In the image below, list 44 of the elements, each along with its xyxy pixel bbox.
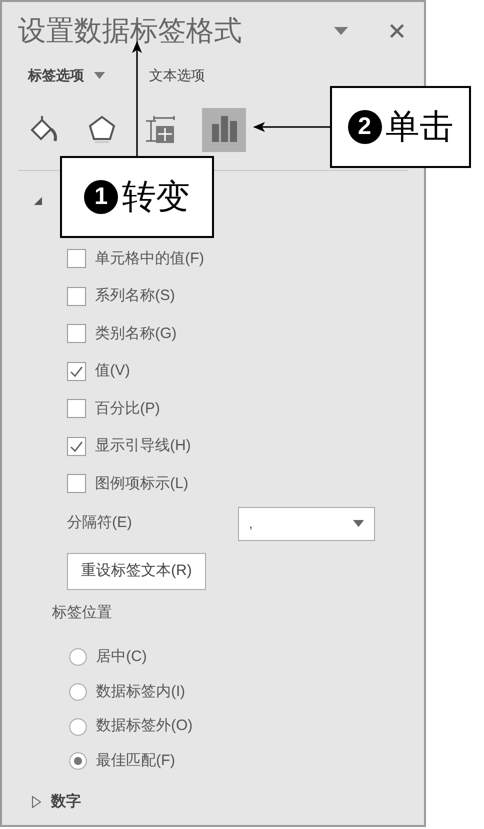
radio-button[interactable] [69,718,87,736]
checkbox[interactable] [67,399,86,418]
radio-label[interactable]: 数据标签外(O) [96,715,193,738]
separator-dropdown[interactable]: , [238,506,375,540]
dropdown-value: , [249,514,253,533]
field-label: 分隔符(E) [67,513,133,534]
checkbox-label[interactable]: 百分比(P) [95,398,160,420]
checkbox[interactable] [67,286,86,306]
size-tab-icon[interactable] [144,114,176,146]
close-icon[interactable] [390,24,404,38]
radio-label[interactable]: 居中(C) [96,646,147,669]
checkbox-label[interactable]: 值(V) [95,360,130,382]
callout-text: 转变 [122,176,190,218]
checkbox-label[interactable]: 显示引导线(H) [95,435,191,458]
section-title[interactable]: 数字 [51,790,81,814]
expand-arrow-icon[interactable] [32,796,41,808]
panel-title: 设置数据标签格式 [18,17,242,45]
group-label: 标签位置 [51,602,113,622]
tab[interactable]: 标签选项 [28,64,84,86]
checkbox[interactable] [67,436,86,456]
checkbox[interactable] [67,249,86,268]
options-tab-icon[interactable] [202,108,246,152]
checkbox-label[interactable]: 单元格中的值(F) [95,248,204,270]
collapse-arrow-icon[interactable] [34,197,42,205]
radio-button[interactable] [69,648,87,666]
radio-button[interactable] [69,752,87,770]
dropdown-icon[interactable] [94,72,105,78]
effects-tab-icon[interactable] [86,114,118,146]
dropdown-arrow-icon[interactable] [353,520,364,527]
radio-label[interactable]: 最佳匹配(F) [96,750,176,773]
step-number-badge: 1 [84,180,118,214]
reset-label-text-button[interactable]: 重设标签文本(R) [67,552,206,590]
step-number-badge: 2 [348,110,382,144]
callout-text: 单击 [386,106,454,148]
checkbox[interactable] [67,362,86,381]
checkbox-label[interactable]: 图例项标示(L) [95,472,188,495]
checkbox-label[interactable]: 类别名称(G) [95,322,177,345]
radio-label[interactable]: 数据标签内(I) [96,680,186,704]
dropdown-icon[interactable] [334,27,348,35]
radio-button[interactable] [69,683,87,702]
checkbox-label[interactable]: 系列名称(S) [95,285,175,308]
checkbox[interactable] [67,324,86,344]
checkbox[interactable] [67,474,86,494]
tab[interactable]: 文本选项 [149,64,205,86]
